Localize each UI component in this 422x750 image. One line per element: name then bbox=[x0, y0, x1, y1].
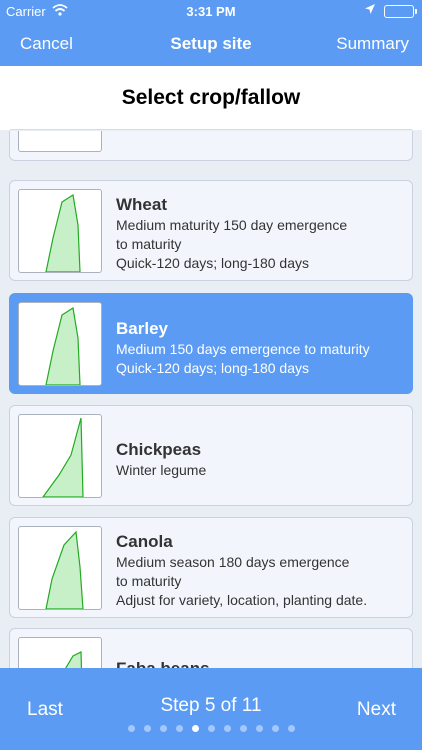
crop-name: Canola bbox=[116, 532, 173, 551]
crop-description: Winter legume bbox=[116, 462, 207, 478]
page-dot bbox=[159, 725, 167, 732]
page-dot bbox=[255, 725, 263, 732]
page-dot bbox=[271, 725, 279, 732]
page-dot bbox=[287, 725, 295, 732]
crop-growth-chart bbox=[18, 302, 102, 386]
page-title: Select crop/fallow bbox=[121, 86, 301, 109]
crop-card-faba-beans[interactable]: Faba beans bbox=[9, 628, 413, 668]
crop-growth-chart bbox=[18, 189, 102, 273]
page-dot bbox=[239, 725, 247, 732]
status-time: 3:31 PM bbox=[186, 4, 236, 19]
page-dots bbox=[0, 725, 422, 732]
heading-divider bbox=[10, 129, 412, 130]
heading-area: Select crop/fallow bbox=[0, 66, 422, 130]
crop-name: Chickpeas bbox=[116, 440, 202, 459]
crop-name: Barley bbox=[116, 319, 168, 338]
crop-description: Medium 150 days emergence to maturity Qu… bbox=[116, 341, 370, 376]
crop-list[interactable]: Wheat Medium maturity 150 day emergence … bbox=[0, 131, 422, 668]
crop-name: Wheat bbox=[116, 195, 167, 214]
summary-button[interactable]: Summary bbox=[336, 34, 409, 54]
battery-icon bbox=[384, 5, 417, 18]
crop-growth-chart bbox=[18, 414, 102, 498]
crop-growth-chart bbox=[18, 526, 102, 610]
location-arrow-icon bbox=[364, 3, 376, 18]
crop-description: Medium maturity 150 day emergence to mat… bbox=[116, 217, 348, 271]
crop-card-chickpeas[interactable]: Chickpeas Winter legume bbox=[9, 405, 413, 506]
crop-card-wheat[interactable]: Wheat Medium maturity 150 day emergence … bbox=[9, 180, 413, 281]
status-bar: Carrier 3:31 PM bbox=[0, 0, 422, 22]
page-dot bbox=[143, 725, 151, 732]
crop-card-partial[interactable] bbox=[9, 131, 413, 161]
crop-card-canola[interactable]: Canola Medium season 180 days emergence … bbox=[9, 517, 413, 618]
crop-name: Faba beans bbox=[116, 659, 210, 668]
crop-card-barley[interactable]: Barley Medium 150 days emergence to matu… bbox=[9, 293, 413, 394]
page-dot bbox=[207, 725, 215, 732]
next-button[interactable]: Next bbox=[357, 699, 396, 721]
page-dot bbox=[175, 725, 183, 732]
page-dot bbox=[191, 725, 199, 732]
crop-growth-chart bbox=[18, 131, 102, 152]
crop-description: Medium season 180 days emergence to matu… bbox=[116, 554, 368, 608]
step-footer: Last Step 5 of 11 Next bbox=[0, 668, 422, 750]
page-dot bbox=[127, 725, 135, 732]
navigation-bar: Cancel Setup site Summary bbox=[0, 22, 422, 66]
crop-growth-chart bbox=[18, 637, 102, 668]
page-dot bbox=[223, 725, 231, 732]
